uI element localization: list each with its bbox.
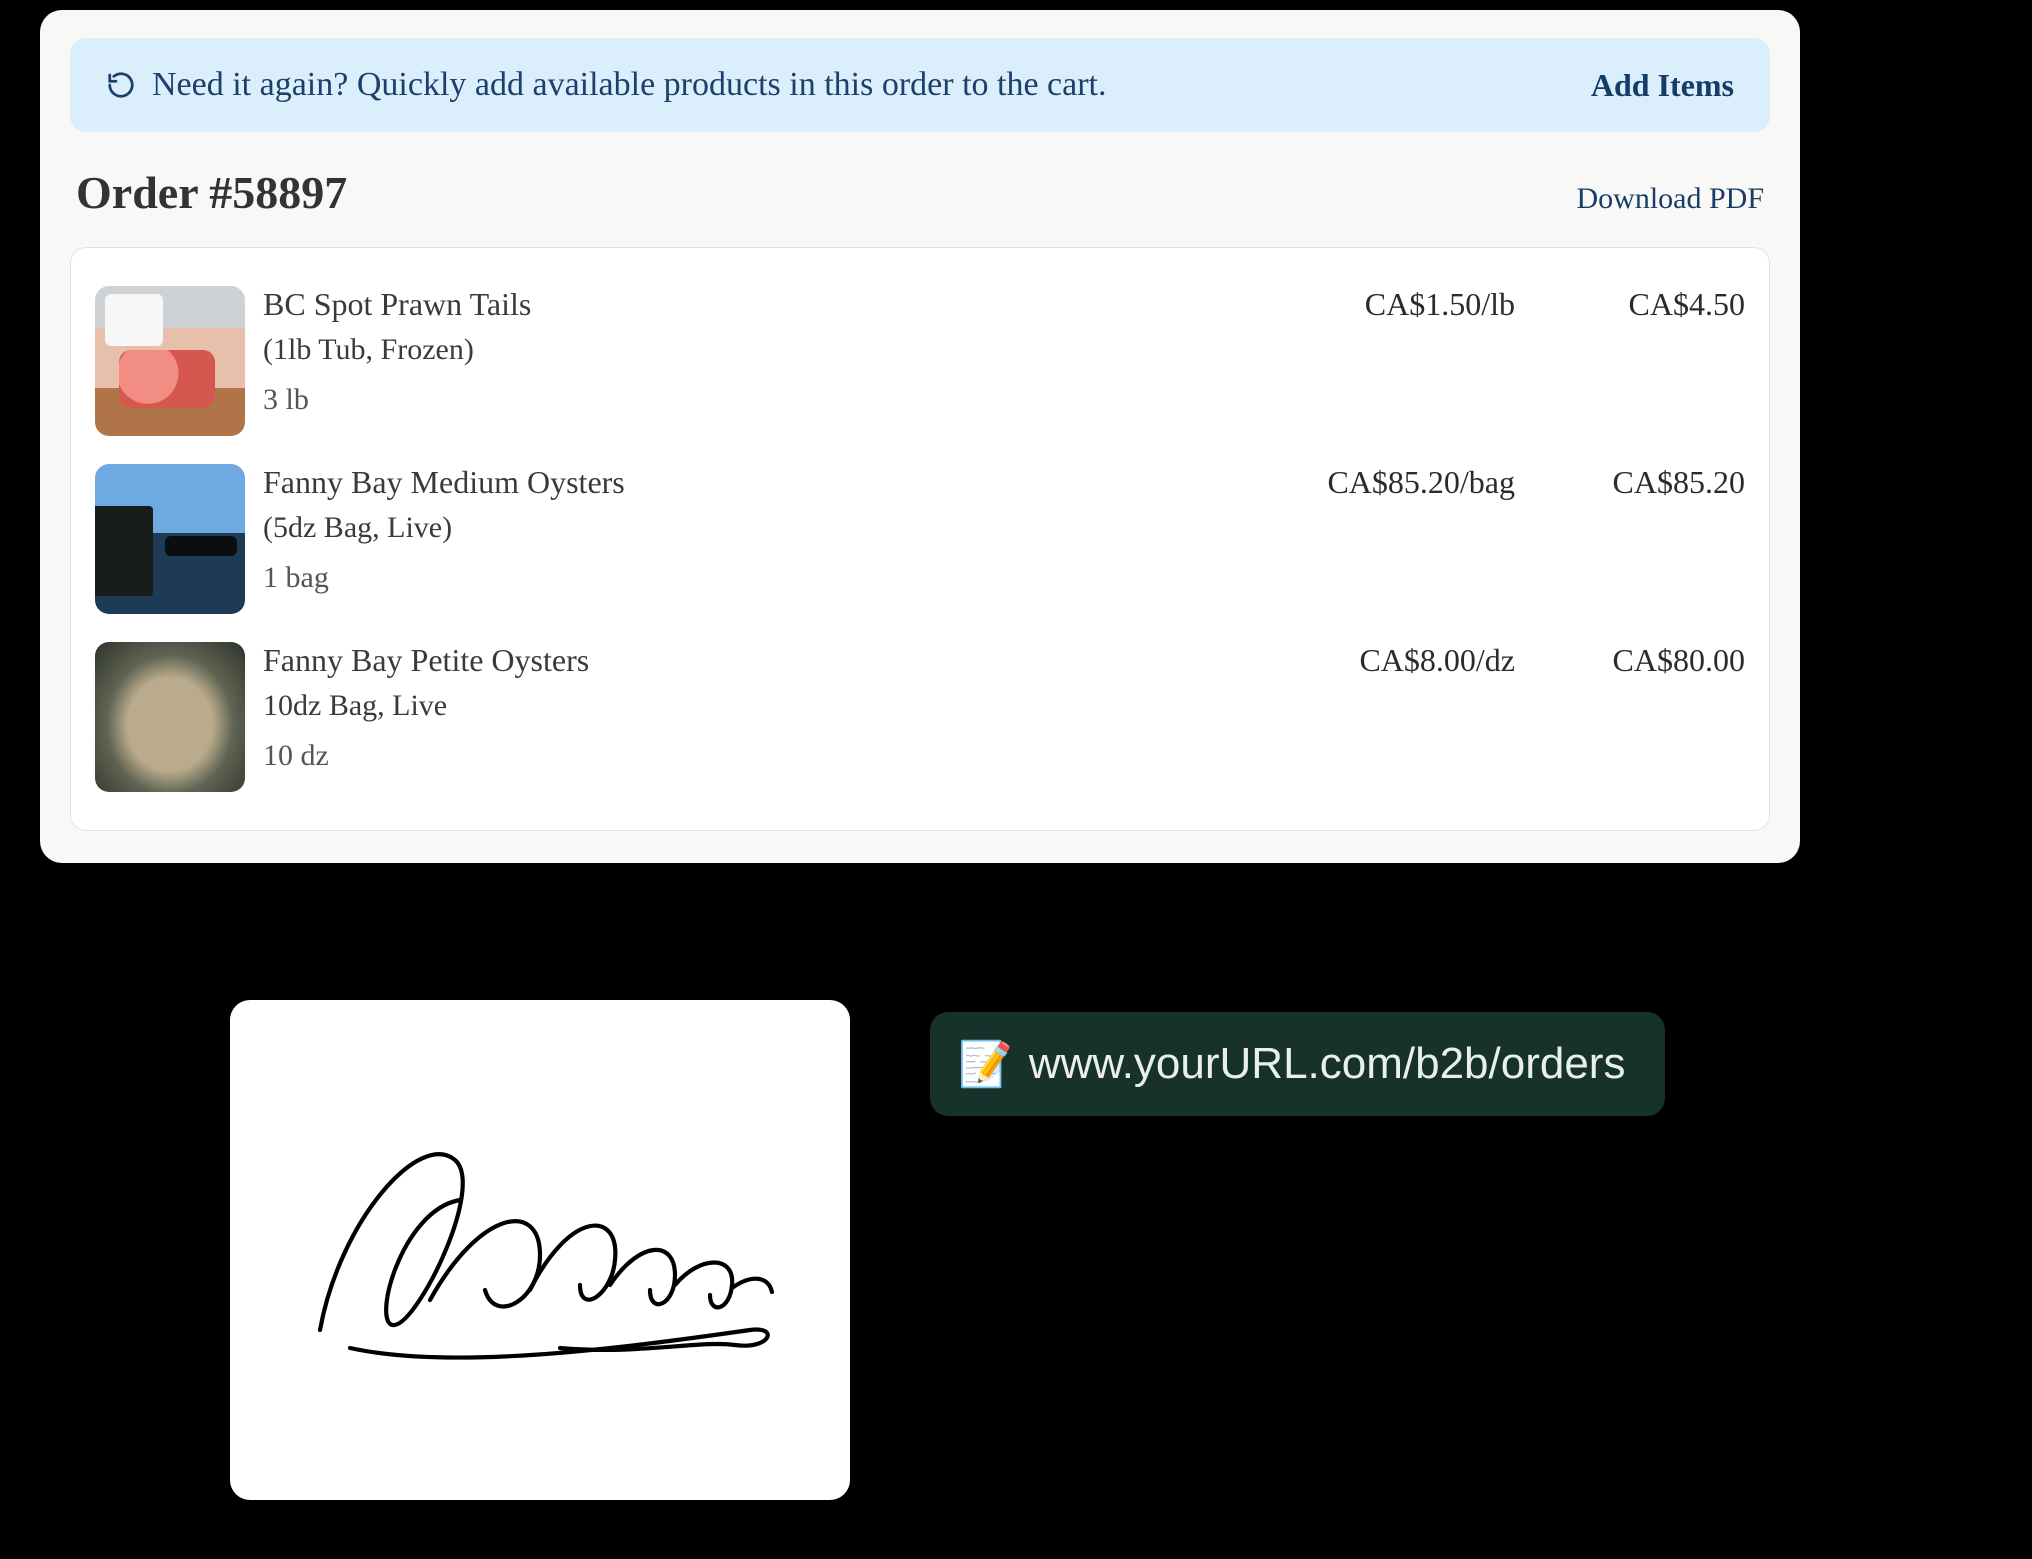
product-name: Fanny Bay Petite Oysters bbox=[263, 642, 1235, 679]
line-total: CA$85.20 bbox=[1515, 464, 1745, 501]
url-text: www.yourURL.com/b2b/orders bbox=[1029, 1039, 1626, 1089]
product-info: Fanny Bay Petite Oysters 10dz Bag, Live … bbox=[263, 642, 1235, 773]
add-items-button[interactable]: Add Items bbox=[1591, 67, 1734, 104]
url-pill: 📝 www.yourURL.com/b2b/orders bbox=[930, 1012, 1665, 1116]
table-row: BC Spot Prawn Tails (1lb Tub, Frozen) 3 … bbox=[95, 272, 1745, 450]
table-row: Fanny Bay Petite Oysters 10dz Bag, Live … bbox=[95, 628, 1745, 806]
memo-icon: 📝 bbox=[958, 1038, 1013, 1090]
product-pack: (5dz Bag, Live) bbox=[263, 511, 1235, 545]
product-qty: 10 dz bbox=[263, 739, 1235, 773]
product-thumbnail bbox=[95, 464, 245, 614]
download-pdf-link[interactable]: Download PDF bbox=[1576, 182, 1764, 216]
product-pack: 10dz Bag, Live bbox=[263, 689, 1235, 723]
banner-text: Need it again? Quickly add available pro… bbox=[152, 66, 1107, 104]
product-thumbnail bbox=[95, 642, 245, 792]
product-name: Fanny Bay Medium Oysters bbox=[263, 464, 1235, 501]
product-info: Fanny Bay Medium Oysters (5dz Bag, Live)… bbox=[263, 464, 1235, 595]
table-row: Fanny Bay Medium Oysters (5dz Bag, Live)… bbox=[95, 450, 1745, 628]
product-thumbnail bbox=[95, 286, 245, 436]
signature-icon bbox=[280, 1090, 800, 1410]
product-qty: 3 lb bbox=[263, 383, 1235, 417]
banner-left: Need it again? Quickly add available pro… bbox=[106, 66, 1591, 104]
signature-card bbox=[230, 1000, 850, 1500]
product-info: BC Spot Prawn Tails (1lb Tub, Frozen) 3 … bbox=[263, 286, 1235, 417]
reorder-banner: Need it again? Quickly add available pro… bbox=[70, 38, 1770, 132]
product-name: BC Spot Prawn Tails bbox=[263, 286, 1235, 323]
line-total: CA$4.50 bbox=[1515, 286, 1745, 323]
product-qty: 1 bag bbox=[263, 561, 1235, 595]
reorder-icon bbox=[106, 70, 136, 100]
product-pack: (1lb Tub, Frozen) bbox=[263, 333, 1235, 367]
order-title: Order #58897 bbox=[76, 166, 347, 219]
title-row: Order #58897 Download PDF bbox=[70, 166, 1770, 247]
line-items-table: BC Spot Prawn Tails (1lb Tub, Frozen) 3 … bbox=[70, 247, 1770, 831]
unit-price: CA$85.20/bag bbox=[1235, 464, 1515, 501]
order-card: Need it again? Quickly add available pro… bbox=[40, 10, 1800, 863]
unit-price: CA$8.00/dz bbox=[1235, 642, 1515, 679]
line-total: CA$80.00 bbox=[1515, 642, 1745, 679]
unit-price: CA$1.50/lb bbox=[1235, 286, 1515, 323]
